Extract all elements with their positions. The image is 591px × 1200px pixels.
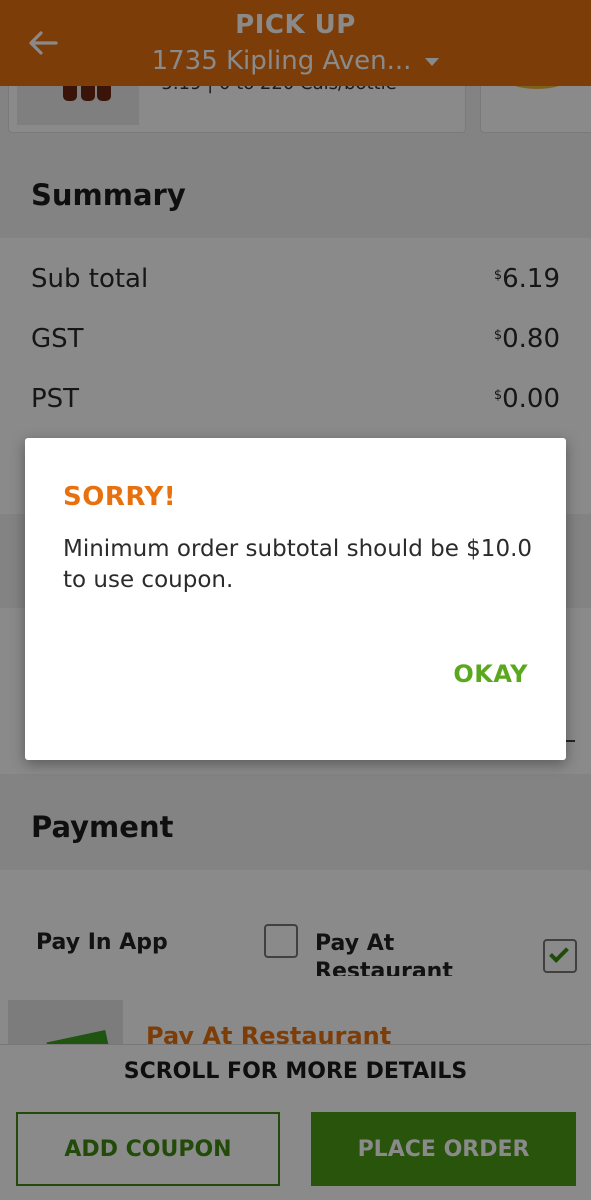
okay-button[interactable]: OKAY <box>453 660 528 688</box>
alert-dialog: SORRY! Minimum order subtotal should be … <box>25 438 566 760</box>
dialog-message: Minimum order subtotal should be $10.0 t… <box>63 536 533 593</box>
dialog-title: SORRY! <box>63 482 177 512</box>
